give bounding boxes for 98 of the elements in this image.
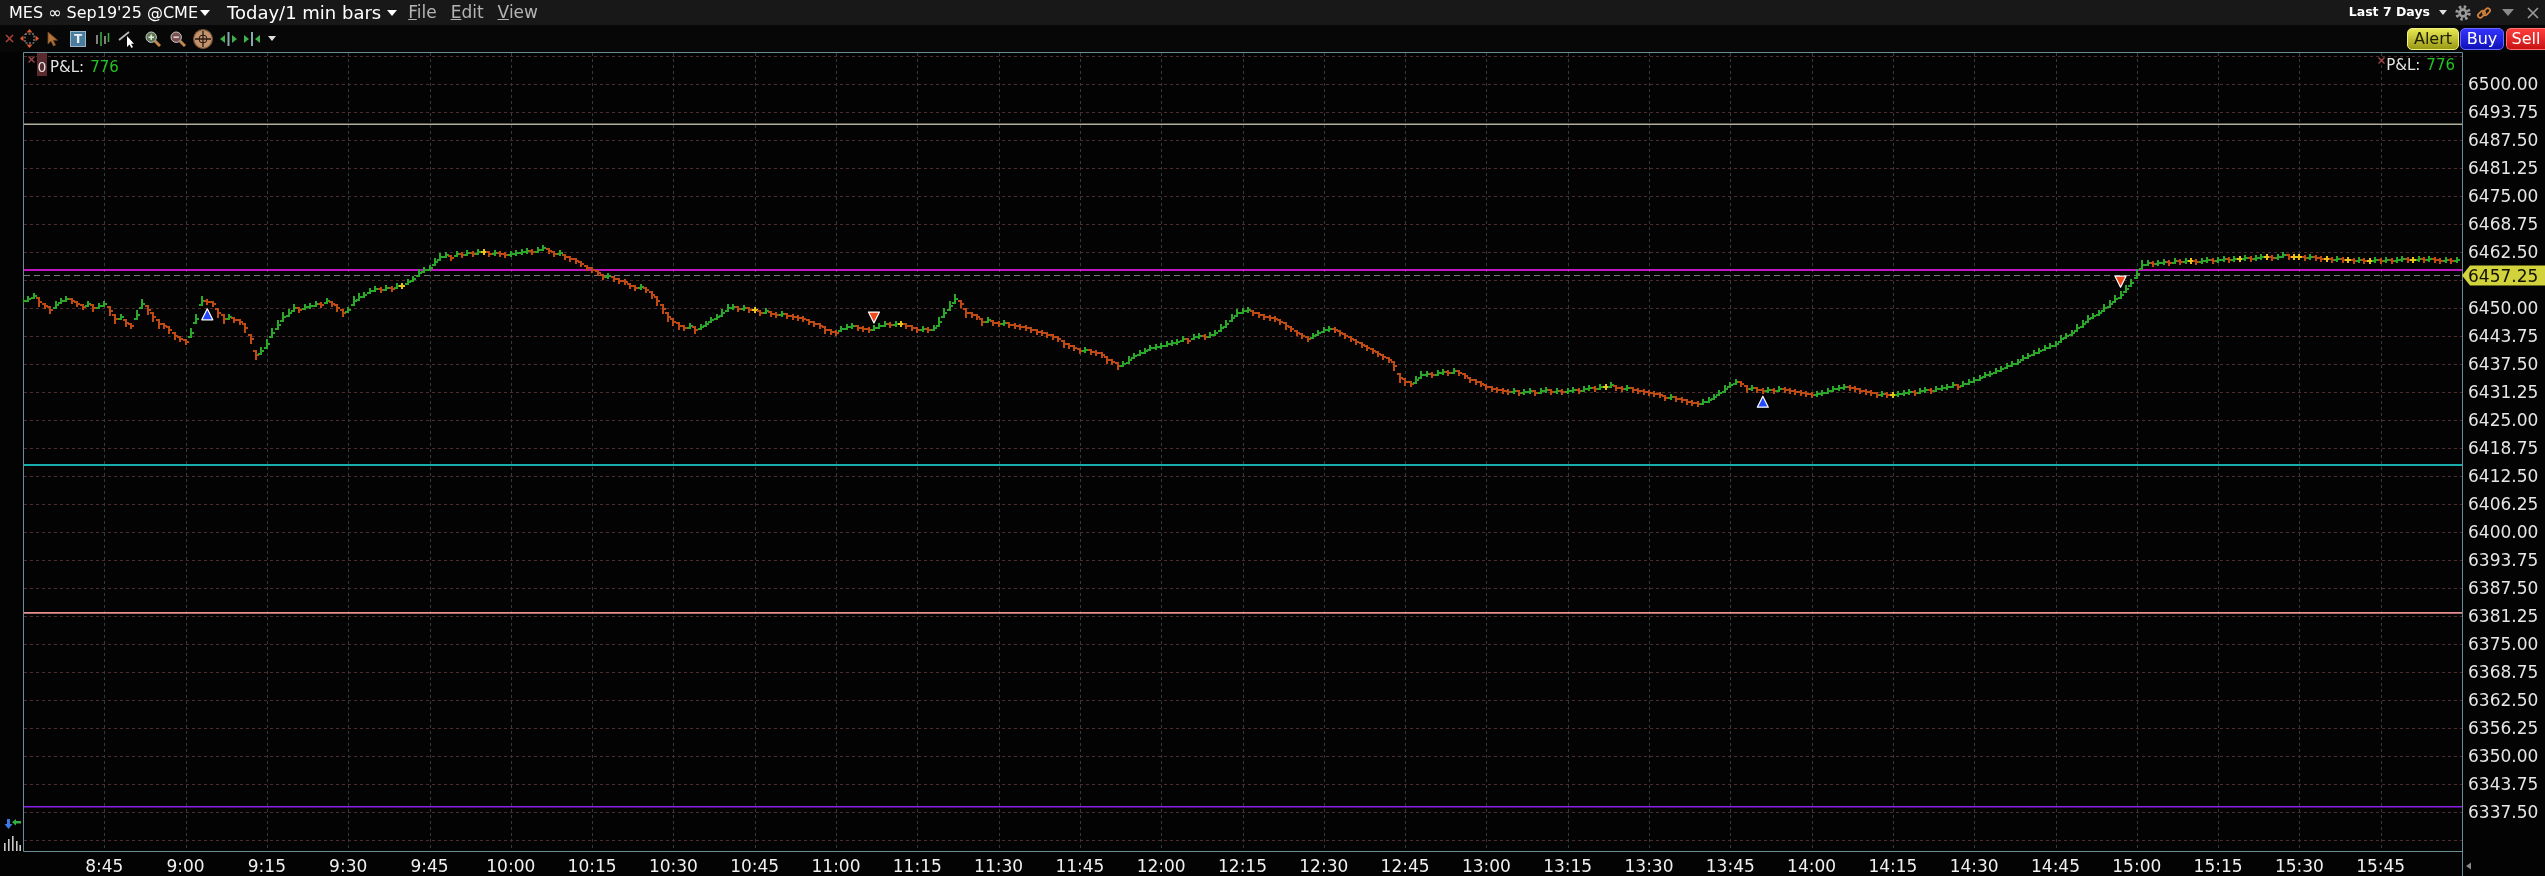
y-axis-label: 6381.25 [2468, 606, 2539, 627]
y-axis-label: 6418.75 [2468, 438, 2539, 459]
y-axis-label: 6425.00 [2468, 410, 2539, 431]
close-icon[interactable] [5, 34, 14, 43]
price-level-line[interactable] [23, 123, 2463, 126]
y-axis-label: 6387.50 [2468, 578, 2539, 599]
left-arrow-icon[interactable] [2466, 862, 2471, 870]
settings-icon[interactable] [2455, 4, 2471, 21]
x-axis-label: 12:15 [1218, 856, 1267, 876]
y-axis-label: 6393.75 [2468, 550, 2539, 571]
x-axis-label: 9:30 [329, 856, 368, 876]
x-axis-label: 11:15 [892, 856, 942, 876]
volume-bars-icon[interactable] [2, 835, 21, 851]
price-bars-icon[interactable] [95, 30, 110, 47]
x-axis-label: 11:00 [811, 856, 861, 876]
zoom-out-icon[interactable] [170, 30, 186, 47]
x-axis-label: 13:15 [1543, 856, 1593, 876]
line-cursor-icon[interactable] [118, 29, 136, 48]
y-axis-label: 6337.50 [2468, 802, 2539, 823]
x-axis-label: 9:00 [166, 856, 205, 876]
y-axis-label: 6468.75 [2468, 214, 2539, 234]
y-axis-label: 6493.75 [2468, 101, 2539, 122]
x-axis-label: 11:45 [1055, 856, 1105, 876]
x-axis-label: 14:15 [1868, 856, 1918, 876]
x-axis-label: 15:45 [2356, 856, 2406, 876]
y-axis-label: 6481.25 [2468, 158, 2539, 178]
pnl-value: 776 [2426, 54, 2455, 76]
x-axis-label: 11:30 [974, 856, 1024, 876]
x-axis-label: 15:00 [2112, 856, 2162, 876]
y-axis-label: 6431.25 [2468, 382, 2539, 403]
triangle-down-icon[interactable] [2114, 275, 2127, 288]
triangle-down-icon[interactable] [867, 311, 881, 324]
menu-item[interactable]: File [401, 4, 444, 21]
x-axis-label: 12:00 [1136, 856, 1186, 876]
instrument-dropdown[interactable]: MES ∞ Sep19'25 @CME [9, 4, 210, 21]
x-axis-label: 9:15 [247, 856, 286, 876]
link-icon[interactable] [2476, 4, 2492, 21]
y-axis-label: 6362.50 [2468, 690, 2539, 711]
arrows-icon[interactable] [2, 819, 21, 829]
sell-button[interactable]: Sell [2506, 27, 2545, 50]
caret-icon [200, 9, 210, 16]
y-axis-label: 6350.00 [2468, 746, 2539, 767]
y-axis-label: 6406.25 [2468, 494, 2539, 515]
x-axis-label: 15:15 [2193, 856, 2243, 876]
close-icon[interactable] [2527, 6, 2539, 19]
x-axis-label: 10:30 [648, 856, 698, 876]
date-range-dropdown[interactable]: Last 7 Days [2348, 6, 2447, 19]
x-axis-label: 12:30 [1299, 856, 1349, 876]
y-axis-label: 6375.00 [2468, 634, 2539, 655]
x-axis-label: 8:45 [85, 856, 124, 876]
triangle-up-icon[interactable] [1756, 395, 1769, 408]
caret-icon[interactable] [268, 36, 276, 41]
close-icon[interactable] [2378, 57, 2385, 64]
bar-setting-dropdown[interactable]: Today/1 min bars [227, 3, 398, 22]
pnl-label: P&L: [50, 56, 85, 78]
alert-button[interactable]: Alert [2407, 27, 2459, 50]
x-axis-label: 14:30 [1949, 856, 1999, 876]
y-axis-label: 6400.00 [2468, 522, 2539, 543]
x-axis-label: 14:45 [2031, 856, 2080, 876]
x-axis-label: 15:30 [2274, 856, 2324, 876]
move-icon[interactable] [20, 29, 39, 48]
caret-icon [2439, 10, 2447, 15]
x-axis-label: 10:45 [730, 856, 780, 876]
x-axis-label: 13:45 [1705, 856, 1755, 876]
x-axis-label: 13:30 [1624, 856, 1674, 876]
y-axis-label: 6500.00 [2468, 73, 2539, 94]
x-axis-label: 13:00 [1461, 856, 1511, 876]
position-count: 0 [37, 53, 47, 76]
text-tool-button[interactable]: T [70, 30, 86, 47]
x-axis-label: 10:15 [567, 856, 617, 876]
pnl-label: P&L: [2386, 54, 2421, 76]
x-axis-label: 10:00 [486, 856, 536, 876]
expand-icon[interactable] [220, 30, 237, 47]
x-axis-label: 14:00 [1787, 856, 1837, 876]
cursor-arrow-icon[interactable] [47, 30, 59, 47]
close-icon[interactable] [28, 56, 35, 63]
crosshair-icon[interactable] [193, 28, 213, 49]
menu-item[interactable]: View [490, 4, 545, 21]
menu-item[interactable]: Edit [443, 4, 491, 21]
y-axis-label: 6475.00 [2468, 186, 2539, 206]
pnl-value: 776 [90, 56, 119, 78]
triangle-up-icon[interactable] [201, 308, 214, 321]
compress-icon[interactable] [243, 30, 261, 47]
y-axis-label: 6443.75 [2468, 326, 2539, 347]
y-axis-label: 6356.25 [2468, 718, 2539, 739]
last-price-label: 6457.25 [2462, 265, 2545, 286]
y-axis-label: 6450.00 [2468, 298, 2539, 319]
y-axis-label: 6368.75 [2468, 662, 2539, 683]
y-axis-label: 6343.75 [2468, 774, 2539, 795]
x-axis-label: 9:45 [410, 856, 449, 876]
buy-button[interactable]: Buy [2460, 27, 2504, 50]
zoom-in-icon[interactable] [145, 30, 161, 47]
y-axis-label: 6412.50 [2468, 466, 2539, 487]
y-axis-label: 6437.50 [2468, 354, 2539, 375]
x-axis-label: 12:45 [1380, 856, 1430, 876]
y-axis-label: 6462.50 [2468, 242, 2539, 263]
y-axis-label: 6487.50 [2468, 129, 2539, 150]
caret-icon [387, 9, 398, 16]
